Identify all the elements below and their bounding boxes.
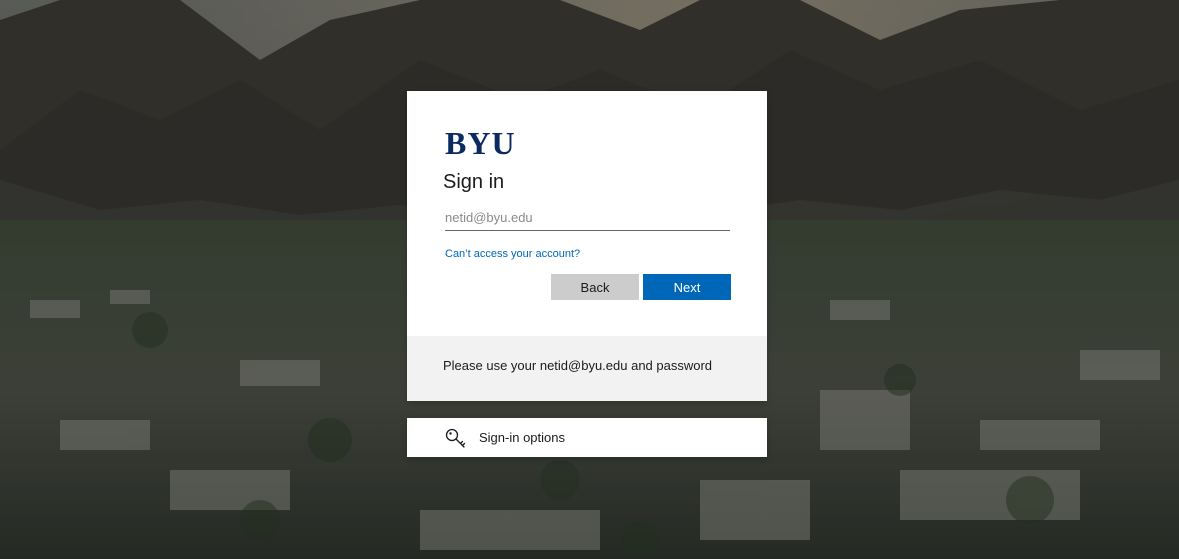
- email-field[interactable]: [445, 204, 730, 231]
- signin-options-button[interactable]: Sign-in options: [407, 418, 767, 457]
- cant-access-account-link[interactable]: Can’t access your account?: [445, 248, 580, 260]
- key-icon: [445, 428, 467, 448]
- signin-card: BYU Sign in Can’t access your account? B…: [407, 91, 767, 401]
- page-title: Sign in: [443, 171, 505, 193]
- back-button[interactable]: Back: [551, 274, 639, 300]
- signin-card-body: BYU Sign in Can’t access your account? B…: [407, 91, 767, 336]
- signin-card-footer: Please use your netid@byu.edu and passwo…: [407, 336, 767, 401]
- signin-options-label: Sign-in options: [479, 430, 565, 445]
- byu-logo: BYU: [445, 125, 516, 161]
- next-button[interactable]: Next: [643, 274, 731, 300]
- signin-instructions: Please use your netid@byu.edu and passwo…: [443, 358, 713, 373]
